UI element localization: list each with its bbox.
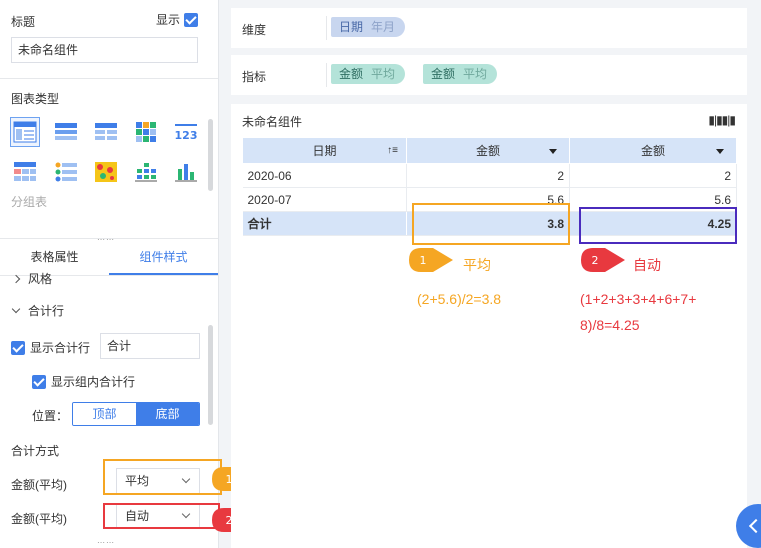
widget-title: 未命名组件 [242, 115, 303, 129]
show-total-row-option[interactable]: 显示合计行 [11, 339, 90, 356]
chevron-right-icon [11, 274, 21, 283]
total-row-section[interactable]: 合计行 [11, 302, 65, 319]
pill-sub: 平均 [463, 67, 488, 81]
column-chart-icon[interactable] [171, 157, 201, 187]
annotation-average-formula: (2+5.6)/2=3.8 [417, 291, 502, 307]
scatter-map-icon[interactable] [91, 157, 121, 187]
svg-text:2: 2 [592, 254, 599, 267]
method-field-label-2: 金额(平均) [11, 512, 67, 526]
table-cell: 2020-07 [242, 187, 407, 212]
caret-down-icon[interactable] [549, 149, 557, 154]
show-group-total-checkbox[interactable] [32, 374, 46, 389]
highlight-box-average-select [103, 459, 222, 495]
table-cell: 合计 [242, 211, 407, 236]
position-segmented-control: 顶部 底部 [72, 402, 200, 426]
pill-name: 金额 [339, 67, 364, 81]
heatmap-table-icon[interactable] [131, 117, 161, 147]
measure-pill-1[interactable]: 金额 平均 [331, 64, 406, 84]
dimension-bar: 维度 日期 年月 [231, 8, 747, 48]
position-bottom-button[interactable]: 底部 [136, 403, 199, 425]
annotation-average-label: 平均 [463, 257, 491, 273]
dimension-pill-date[interactable]: 日期 年月 [331, 17, 406, 37]
detail-table-icon[interactable] [91, 117, 121, 147]
show-total-row-label: 显示合计行 [30, 341, 91, 355]
show-total-row-checkbox[interactable] [11, 340, 25, 355]
color-table-icon[interactable] [51, 157, 81, 187]
header-label: 金额 [475, 144, 500, 158]
position-top-button[interactable]: 顶部 [73, 403, 136, 425]
annotation-auto-formula-line2: 8)/8=4.25 [580, 317, 640, 333]
tab-component-style[interactable]: 组件样式 [109, 239, 218, 275]
divider [0, 78, 218, 79]
column-header-date[interactable]: 日期 ↑≡ [242, 137, 407, 164]
pill-sub: 年月 [371, 20, 396, 34]
dimension-label: 维度 [242, 23, 267, 37]
header-label: 日期 [312, 144, 337, 158]
method-field-label-1: 金额(平均) [11, 478, 67, 492]
annotation-auto-label: 自动 [633, 257, 661, 273]
measure-label: 指标 [242, 70, 267, 84]
pill-sub: 平均 [371, 67, 396, 81]
cross-table-icon[interactable] [51, 117, 81, 147]
panel-resize-handle[interactable]: ⋯⋯ [97, 538, 115, 547]
title-section-label: 标题 [11, 15, 36, 29]
table-cell: 2 [569, 163, 737, 188]
style-section-label: 风格 [28, 272, 53, 286]
barcode-icon[interactable]: ▮|▮▮|▮ [708, 113, 736, 127]
highlight-box-auto-select [103, 503, 220, 529]
annotation-auto-formula-line1: (1+2+3+3+4+6+7+ [580, 291, 697, 307]
measure-pill-2[interactable]: 金额 平均 [423, 64, 498, 84]
group-table-icon[interactable] [10, 117, 40, 147]
chart-type-scrollbar[interactable] [208, 119, 213, 191]
table-header-row: 日期 ↑≡ 金额 金额 [242, 137, 737, 164]
chart-type-name: 分组表 [11, 195, 48, 209]
measure-bar: 指标 金额 平均 金额 平均 [231, 55, 747, 95]
left-settings-panel: 标题 显示 未命名组件 图表类型 123 分组表 ⋯⋯ 表格属性 组件样式 风格… [0, 0, 222, 548]
svg-text:1: 1 [420, 254, 427, 267]
title-input[interactable]: 未命名组件 [11, 37, 198, 63]
style-section[interactable]: 风格 [11, 270, 53, 287]
divider [326, 63, 327, 87]
caret-down-icon[interactable] [716, 149, 724, 154]
callout-badge-1: 1 [409, 248, 453, 272]
show-group-total-option[interactable]: 显示组内合计行 [32, 373, 135, 390]
chart-type-label: 图表类型 [11, 92, 60, 106]
multi-indicator-table-icon[interactable] [10, 157, 40, 187]
show-title-label: 显示 [156, 13, 181, 27]
pill-name: 金额 [431, 67, 456, 81]
header-label: 金额 [640, 144, 665, 158]
highlight-box-average-total [412, 203, 570, 245]
column-header-amount-1[interactable]: 金额 [406, 137, 570, 164]
show-group-total-label: 显示组内合计行 [51, 375, 136, 389]
settings-scrollbar[interactable] [208, 325, 213, 425]
column-header-amount-2[interactable]: 金额 [569, 137, 737, 164]
total-row-name-input[interactable]: 合计 [100, 333, 200, 359]
callout-badge-2: 2 [581, 248, 625, 272]
table-cell: 2020-06 [242, 163, 407, 188]
total-row-section-label: 合计行 [28, 304, 65, 318]
position-label: 位置： [32, 409, 69, 423]
total-method-label: 合计方式 [11, 444, 60, 458]
chevron-down-icon [11, 304, 21, 313]
pill-name: 日期 [339, 20, 364, 34]
show-title-checkbox[interactable] [184, 12, 199, 27]
widget-canvas: 未命名组件 ▮|▮▮|▮ 日期 ↑≡ 金额 金额 2020-06 2 2 2020… [231, 104, 747, 548]
svg-text:123: 123 [175, 129, 198, 142]
stacked-bar-icon[interactable] [131, 157, 161, 187]
divider [326, 16, 327, 40]
kpi-number-icon[interactable]: 123 [171, 117, 201, 147]
highlight-box-auto-total [579, 207, 737, 244]
table-cell: 2 [406, 163, 570, 188]
sort-icon[interactable]: ↑≡ [387, 145, 398, 156]
table-row: 2020-06 2 2 [242, 163, 737, 188]
show-title-toggle[interactable]: 显示 [156, 11, 199, 28]
